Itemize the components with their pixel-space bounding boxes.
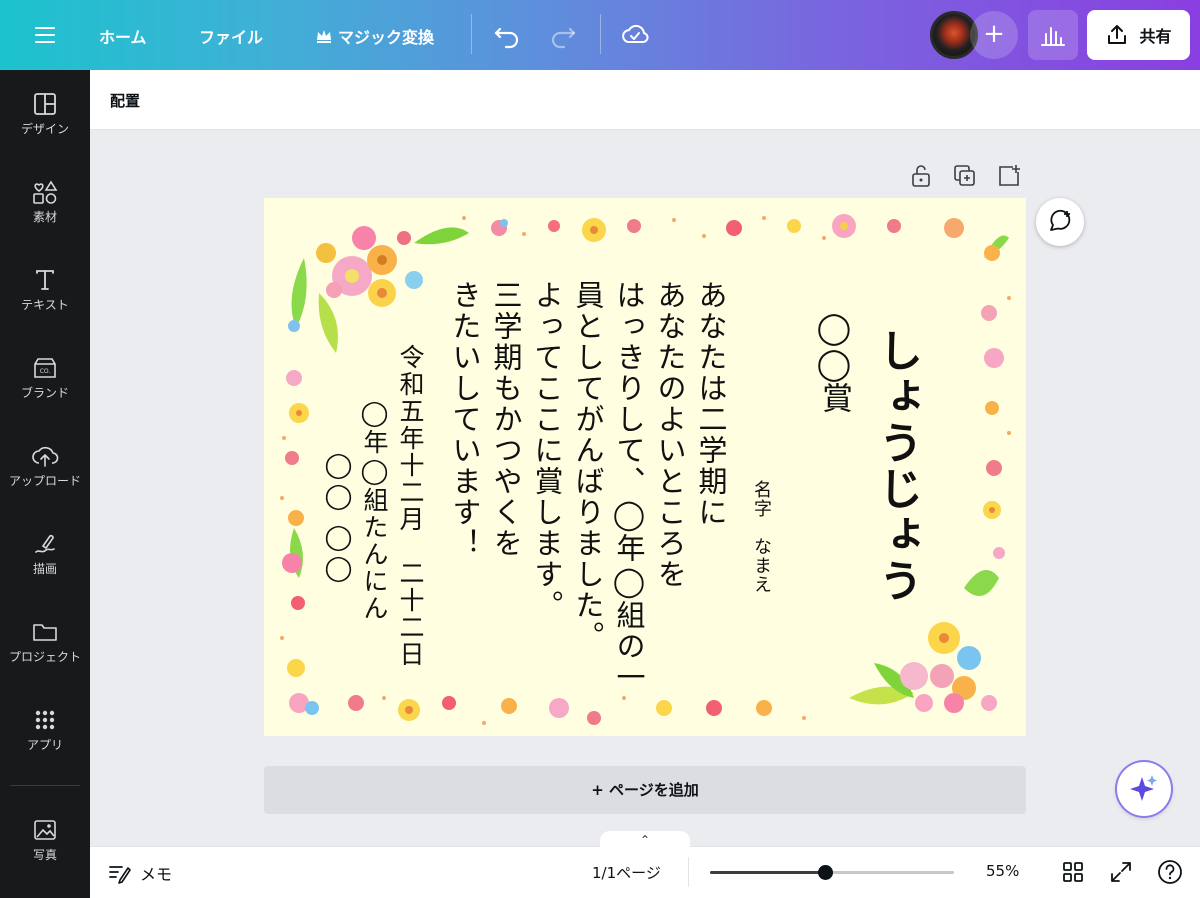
- file-button[interactable]: ファイル: [199, 24, 263, 48]
- help-icon[interactable]: [1157, 859, 1183, 885]
- sidebar-item-label: 写真: [32, 848, 57, 862]
- award-name[interactable]: ◯◯賞: [812, 310, 857, 413]
- fullscreen-icon[interactable]: [1108, 859, 1134, 885]
- draw-icon: [35, 534, 55, 553]
- crown-icon: [317, 30, 331, 43]
- sidebar-divider: [10, 785, 80, 786]
- sidebar-item-brand[interactable]: CO. ブランド: [0, 356, 90, 401]
- zoom-slider[interactable]: [710, 865, 954, 880]
- divider: [688, 857, 689, 887]
- divider: [600, 14, 601, 54]
- sidebar-item-label: アプリ: [26, 738, 63, 752]
- zoom-slider-handle[interactable]: [817, 865, 833, 880]
- sidebar-item-upload[interactable]: アップロード: [0, 444, 90, 489]
- comment-add-icon: [1050, 209, 1071, 231]
- certificate-title[interactable]: しょうじょう: [864, 328, 928, 604]
- share-button[interactable]: 共有: [1087, 10, 1190, 60]
- apps-icon: [35, 710, 55, 730]
- notes-label: メモ: [140, 865, 173, 884]
- home-button[interactable]: ホーム: [99, 24, 147, 48]
- sidebar-item-projects[interactable]: プロジェクト: [0, 620, 90, 665]
- menu-icon[interactable]: [32, 22, 58, 48]
- sparkle-icon: [1130, 775, 1157, 801]
- sidebar-item-text[interactable]: テキスト: [0, 268, 90, 313]
- sidebar-item-label: デザイン: [20, 122, 69, 136]
- cloud-saved-icon[interactable]: [620, 20, 650, 50]
- sidebar-item-label: 描画: [32, 562, 57, 576]
- grid-view-icon[interactable]: [1060, 859, 1086, 885]
- svg-text:CO.: CO.: [40, 368, 51, 375]
- sidebar-item-label: ブランド: [20, 386, 69, 400]
- bar-chart-icon: [1041, 27, 1065, 46]
- add-collaborator-button[interactable]: +: [970, 11, 1018, 59]
- teacher-name[interactable]: ◯◯ ◯◯: [320, 450, 356, 736]
- expand-pages-tab[interactable]: ⌃: [600, 831, 690, 849]
- notes-button[interactable]: メモ: [108, 861, 172, 885]
- notes-icon: [109, 866, 131, 884]
- magic-switch-label: マジック変換: [338, 28, 435, 47]
- brand-icon: CO.: [34, 358, 56, 378]
- redo-icon[interactable]: [548, 20, 578, 50]
- add-comment-button[interactable]: [1036, 198, 1084, 246]
- certificate-page[interactable]: しょうじょう ◯◯賞 名字 なまえ あなたは二学期に あなたのよいところを はっ…: [264, 198, 1026, 736]
- sidebar-item-label: テキスト: [21, 298, 69, 312]
- class-teacher-line[interactable]: ◯年◯組たんにん: [356, 398, 392, 736]
- sidebar-item-label: アップロード: [8, 474, 81, 488]
- sidebar-item-elements[interactable]: 素材: [0, 180, 90, 225]
- position-button[interactable]: 配置: [110, 90, 140, 111]
- text-icon: [36, 270, 54, 290]
- zoom-slider-fill: [710, 871, 825, 874]
- undo-icon[interactable]: [492, 20, 522, 50]
- sidebar-item-label: 素材: [32, 210, 57, 224]
- sidebar-item-label: プロジェクト: [8, 650, 81, 664]
- sidebar-item-design[interactable]: デザイン: [0, 92, 90, 137]
- folder-icon: [33, 624, 57, 641]
- add-page-icon[interactable]: [996, 163, 1022, 189]
- sidebar-item-draw[interactable]: 描画: [0, 532, 90, 577]
- magic-assistant-button[interactable]: [1117, 762, 1171, 816]
- recipient-name[interactable]: 名字 なまえ: [748, 480, 774, 594]
- divider: [471, 14, 472, 54]
- share-icon: [1108, 25, 1127, 44]
- upload-icon: [32, 446, 59, 467]
- context-toolbar: 配置: [90, 70, 1200, 130]
- sidebar-item-apps[interactable]: アプリ: [0, 708, 90, 753]
- sidebar-item-photos[interactable]: 写真: [0, 818, 90, 863]
- certificate-body[interactable]: あなたは二学期に あなたのよいところを はっきりして、◯年◯組の一 員としてがん…: [444, 280, 731, 730]
- bottom-bar: ⌃ メモ 1/1ページ 55%: [90, 831, 1200, 898]
- share-label: 共有: [1139, 27, 1172, 46]
- insights-button[interactable]: [1028, 10, 1078, 60]
- certificate-date[interactable]: 令和五年十二月 二十二日: [392, 344, 428, 724]
- add-page-button[interactable]: + ページを追加: [264, 766, 1026, 814]
- layout-icon: [34, 93, 56, 115]
- duplicate-page-icon[interactable]: [952, 163, 978, 189]
- elements-icon: [33, 180, 58, 204]
- zoom-level[interactable]: 55%: [986, 862, 1019, 880]
- top-bar: ホーム ファイル マジック変換 + 共有: [0, 0, 1200, 70]
- sidebar: デザイン 素材 テキスト CO. ブランド アップロード 描画 プロジェクト ア…: [0, 70, 90, 898]
- page-indicator[interactable]: 1/1ページ: [592, 862, 661, 883]
- photo-icon: [34, 820, 56, 840]
- lock-icon[interactable]: [908, 163, 934, 189]
- magic-switch-button[interactable]: マジック変換: [316, 24, 434, 48]
